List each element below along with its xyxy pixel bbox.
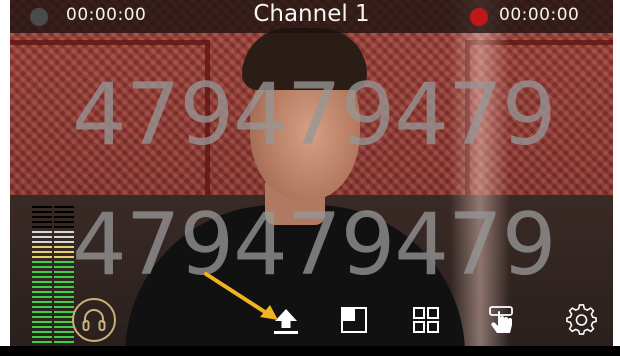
audio-meter-segment (32, 276, 52, 278)
audio-meter-segment (54, 241, 74, 243)
audio-meter-segment (54, 206, 74, 208)
audio-meter-segment (32, 251, 52, 253)
single-view-button[interactable] (334, 300, 374, 340)
audio-meter-segment (54, 226, 74, 228)
audio-meter-segment (54, 291, 74, 293)
audio-meter-segment (54, 251, 74, 253)
touch-button[interactable] (482, 300, 522, 340)
right-timecode: 00:00:00 (499, 5, 580, 25)
audio-meter-segment (54, 286, 74, 288)
audio-meter-segment (54, 261, 74, 263)
audio-meter-segment (32, 236, 52, 238)
settings-button[interactable] (562, 300, 602, 340)
record-indicator-icon (470, 8, 488, 26)
audio-meter-segment (54, 271, 74, 273)
audio-meter-segment (32, 216, 52, 218)
grid-view-icon (413, 307, 439, 333)
audio-meter-segment (32, 271, 52, 273)
audio-meter-segment (54, 211, 74, 213)
video-monitor-screen: 00:00:00 Channel 1 00:00:00 479479479 47… (10, 0, 613, 346)
audio-meter-segment (32, 211, 52, 213)
audio-meter-segment (54, 246, 74, 248)
audio-meter-segment (32, 261, 52, 263)
audio-meter-segment (54, 256, 74, 258)
headphones-icon (82, 309, 106, 331)
audio-meter-segment (32, 226, 52, 228)
audio-meter-segment (54, 231, 74, 233)
audio-meter-segment (32, 286, 52, 288)
overlay-number-top: 479479479 (72, 65, 556, 165)
bottom-toolbar (10, 296, 613, 346)
gear-icon (566, 304, 597, 335)
audio-meter-segment (32, 291, 52, 293)
audio-meter-segment (54, 236, 74, 238)
audio-meter-segment (54, 216, 74, 218)
audio-meter-segment (32, 281, 52, 283)
audio-meter-segment (54, 281, 74, 283)
audio-meter-segment (54, 221, 74, 223)
audio-meter-segment (32, 256, 52, 258)
audio-meter-segment (32, 206, 52, 208)
top-status-bar: 00:00:00 Channel 1 00:00:00 (10, 0, 613, 33)
touch-icon (489, 306, 513, 333)
screen-bottom-border (0, 346, 620, 356)
audio-meter-segment (32, 231, 52, 233)
audio-meter-segment (32, 266, 52, 268)
headphones-button[interactable] (72, 298, 116, 342)
audio-meter-segment (54, 266, 74, 268)
annotation-arrow-icon (204, 272, 278, 320)
audio-meter-segment (32, 246, 52, 248)
single-view-icon (341, 307, 367, 333)
overlay-number-bottom: 479479479 (72, 195, 556, 295)
audio-meter-segment (32, 241, 52, 243)
audio-meter-segment (54, 276, 74, 278)
audio-meter-segment (32, 221, 52, 223)
grid-view-button[interactable] (406, 300, 446, 340)
